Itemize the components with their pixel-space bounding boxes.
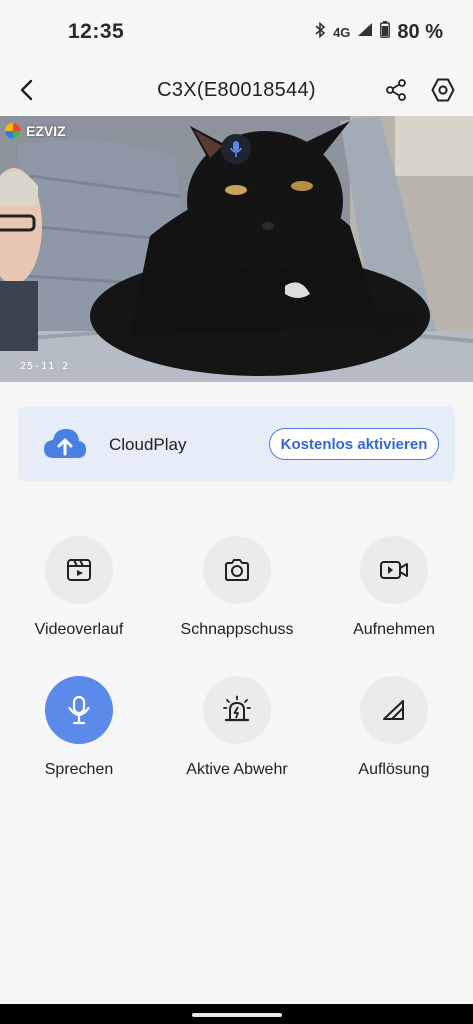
network-type: 4G: [333, 24, 351, 40]
cloudplay-card: CloudPlay Kostenlos aktivieren: [18, 406, 455, 482]
ezviz-logo: EZVIZ: [4, 122, 66, 140]
action-label: Aktive Abwehr: [186, 761, 288, 778]
action-circle: [45, 536, 113, 604]
resolution-icon: [383, 700, 404, 720]
video-record-icon: [380, 561, 408, 579]
action-circle: [360, 676, 428, 744]
action-circle: [203, 536, 271, 604]
app-header: C3X(E80018544): [0, 64, 473, 116]
system-navigation-bar: [0, 1004, 473, 1024]
video-history-icon: [67, 559, 91, 581]
ezviz-logo-icon: [5, 123, 21, 139]
bluetooth-icon: [314, 21, 326, 43]
status-bar: 12:35 4G 80 %: [0, 0, 473, 64]
ezviz-logo-text: EZVIZ: [26, 123, 66, 139]
video-history-button[interactable]: Videoverlauf: [9, 536, 149, 646]
device-title: C3X(E80018544): [157, 78, 316, 101]
camera-icon: [225, 559, 249, 581]
resolution-button[interactable]: Auflösung: [324, 676, 464, 786]
action-circle: [203, 676, 271, 744]
settings-button[interactable]: [427, 74, 459, 106]
record-button[interactable]: Aufnehmen: [324, 536, 464, 646]
active-defense-button[interactable]: Aktive Abwehr: [167, 676, 307, 786]
action-label: Schnappschuss: [180, 621, 294, 638]
share-button[interactable]: [381, 75, 411, 105]
live-video-view[interactable]: EZVIZ 25-11 2: [0, 116, 473, 382]
back-button[interactable]: [12, 76, 40, 104]
action-label: Aufnehmen: [353, 621, 435, 638]
alarm-light-icon: [223, 695, 251, 722]
share-icon: [386, 79, 406, 101]
home-gesture-handle[interactable]: [192, 1013, 282, 1017]
action-label: Auflösung: [358, 761, 430, 778]
activate-cloudplay-button[interactable]: Kostenlos aktivieren: [269, 428, 439, 460]
microphone-icon: [68, 695, 90, 725]
back-arrow-icon: [20, 79, 33, 101]
speak-button[interactable]: Sprechen: [9, 676, 149, 786]
signal-icon: [357, 22, 373, 42]
status-time: 12:35: [68, 20, 125, 43]
action-label: Sprechen: [44, 761, 114, 778]
battery-percent: 80 %: [397, 20, 443, 43]
action-circle-active: [45, 676, 113, 744]
action-label: Videoverlauf: [34, 621, 124, 638]
battery-icon: [380, 21, 391, 43]
microphone-icon: [229, 141, 243, 157]
cloud-upload-icon: [44, 429, 86, 458]
cloudplay-label: CloudPlay: [109, 435, 187, 454]
talk-indicator: [221, 134, 251, 164]
video-timestamp: 25-11 2: [20, 361, 70, 372]
snapshot-button[interactable]: Schnappschuss: [167, 536, 307, 646]
status-icons: 4G 80 %: [314, 21, 443, 44]
action-circle: [360, 536, 428, 604]
settings-hexagon-icon: [431, 78, 455, 102]
